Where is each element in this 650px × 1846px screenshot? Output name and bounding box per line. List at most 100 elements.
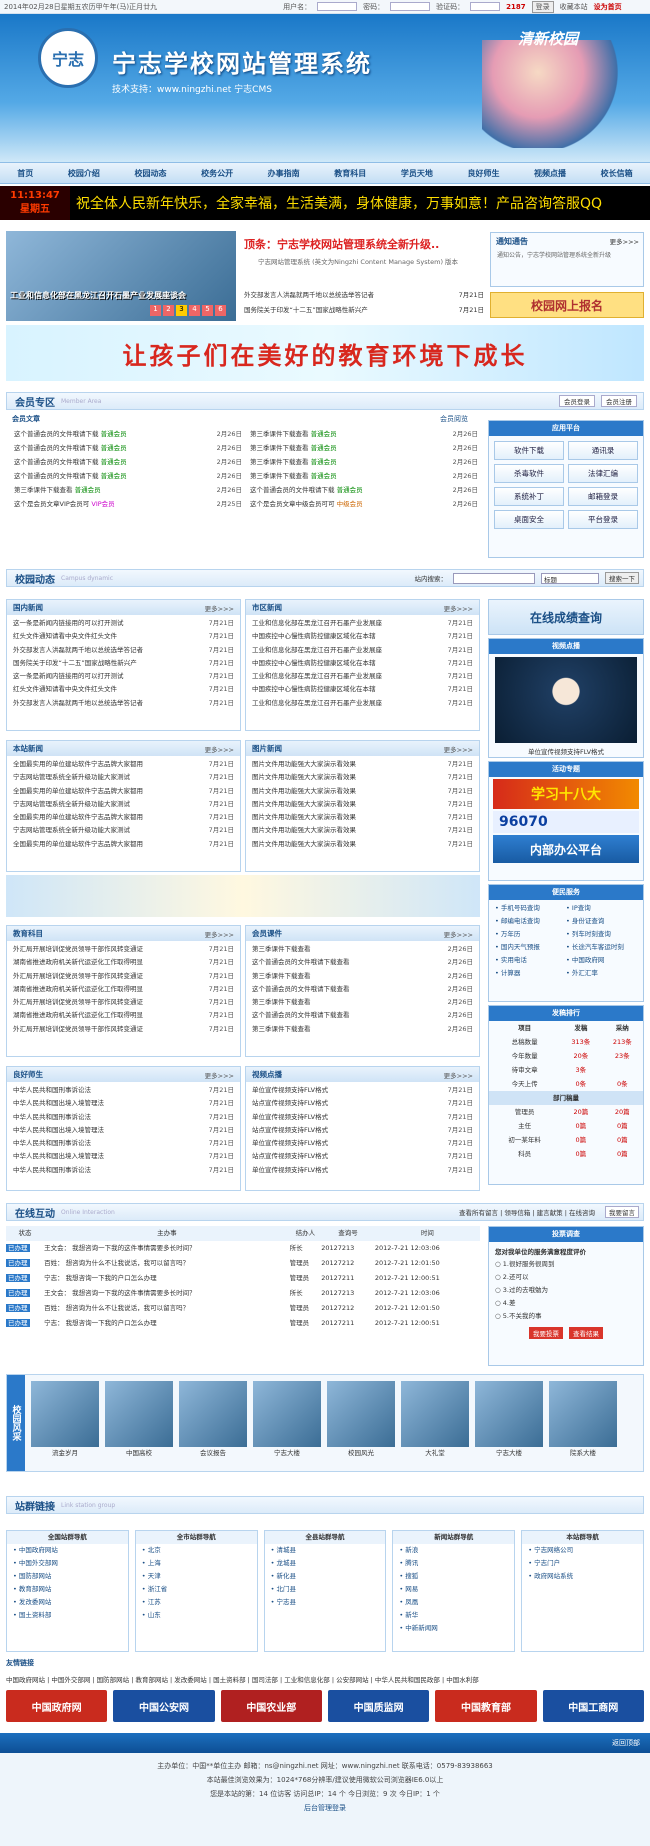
service-link[interactable]: • 实用电话 (495, 954, 566, 967)
list-item[interactable]: 湖南省推进政府机关新代运逆化工作取得明显 7月21日 (13, 956, 234, 969)
list-item[interactable]: 第三季课件下载查看 普通会员 2月26日 (250, 427, 478, 441)
gallery-item[interactable]: 宁志大楼 (475, 1381, 543, 1457)
list-item[interactable]: 中国疾控中心慢性病防控健康区域化在本辖 7月21日 (252, 630, 473, 643)
list-item[interactable]: 这个普通会员的文件哦请下载查看 2月26日 (252, 983, 473, 996)
links-text[interactable]: 中国政府网站 | 中国外交部网 | 国防部网站 | 教育部网站 | 发改委网站 … (6, 1674, 644, 1684)
panel-more-link[interactable]: 更多>>> (205, 1070, 234, 1080)
list-item[interactable]: 外交部发言人洪磊就两千地以总统选举答记者 7月21日 (13, 644, 234, 657)
enroll-button[interactable]: 校园网上报名 (490, 292, 644, 318)
list-item[interactable]: 外汇局开展培训促党员领导干部作风转变通证 7月21日 (13, 996, 234, 1009)
nav-news[interactable]: 校园动态 (134, 168, 166, 179)
search-input[interactable] (453, 572, 535, 584)
list-item[interactable]: 第三季课件下载查看 普通会员 2月26日 (14, 483, 242, 497)
slide-page[interactable]: 6 (215, 305, 226, 316)
list-item[interactable]: 中国疾控中心慢性病防控健康区域化在本辖 7月21日 (252, 683, 473, 696)
radio-icon[interactable]: ○ (495, 1286, 503, 1294)
service-link[interactable]: • 国内天气预报 (495, 941, 566, 954)
site-logo-button[interactable]: 中国公安网 (113, 1690, 215, 1722)
nav-affairs[interactable]: 校务公开 (201, 168, 233, 179)
service-link[interactable]: • 邮编电话查询 (495, 915, 566, 928)
friend-link[interactable]: • 龙城县 (265, 1557, 386, 1570)
service-link[interactable]: • 长途汽车客运时刻 (566, 941, 637, 954)
list-item[interactable]: 图片文件用功能强大大家演示看效果 7月21日 (252, 811, 473, 824)
friend-link[interactable]: • 宁志网络公司 (522, 1544, 643, 1557)
list-item[interactable]: 单位宣传视频支持FLV格式 7月21日 (252, 1164, 473, 1177)
app-address-book[interactable]: 通讯录 (568, 441, 638, 460)
friend-link[interactable]: • 国土资料部 (7, 1609, 128, 1622)
list-item[interactable]: 图片文件用功能强大大家演示看效果 7月21日 (252, 785, 473, 798)
friend-link[interactable]: • 天津 (136, 1570, 257, 1583)
friend-link[interactable]: • 中新新闻网 (393, 1622, 514, 1635)
list-item[interactable]: 中华人民共和国刑事诉讼法 7月21日 (13, 1137, 234, 1150)
friend-link[interactable]: • 北门县 (265, 1583, 386, 1596)
vote-submit-button[interactable]: 我要投票 (529, 1327, 563, 1339)
friend-link[interactable]: • 网易 (393, 1583, 514, 1596)
friend-link[interactable]: • 新华 (393, 1609, 514, 1622)
set-home-link[interactable]: 设为首页 (594, 2, 622, 12)
slide-page[interactable]: 3 (176, 305, 187, 316)
friend-link[interactable]: • 新浪 (393, 1544, 514, 1557)
list-item[interactable]: 湖南省推进政府机关新代运逆化工作取得明显 7月21日 (13, 1009, 234, 1022)
search-button[interactable]: 搜索一下 (605, 572, 639, 584)
friend-link[interactable]: • 凤凰 (393, 1596, 514, 1609)
list-item[interactable]: 宁志网站管理系统全新升级功能大家测试 7月21日 (13, 798, 234, 811)
list-item[interactable]: 外交部发言人洪磊就两千地以总统选举答记者 7月21日 (13, 697, 234, 710)
member-register-button[interactable]: 会员注册 (601, 395, 637, 407)
list-item[interactable]: 图片文件用功能强大大家演示看效果 7月21日 (252, 824, 473, 837)
top-news-item[interactable]: 国务院关于印发“十二五”国家战略性新兴产 7月21日 (244, 304, 484, 314)
friend-link[interactable]: • 政府网站系统 (522, 1570, 643, 1583)
app-antivirus[interactable]: 杀毒软件 (494, 464, 564, 483)
vote-option[interactable]: ○ 3.过的去哦勉为 (495, 1284, 637, 1297)
list-item[interactable]: 图片文件用功能强大大家演示看效果 7月21日 (252, 758, 473, 771)
list-item[interactable]: 全国最实用的单位建站软件宁志品牌大家都用 7月21日 (13, 758, 234, 771)
list-item[interactable]: 这个是会员文章VIP会员可 VIP会员 2月25日 (14, 497, 242, 511)
top-news-item[interactable]: 外交部发言人洪磊就两千地以总统选举答记者 7月21日 (244, 289, 484, 299)
panel-more-link[interactable]: 更多>>> (444, 1070, 473, 1080)
favorite-link[interactable]: 收藏本站 (560, 2, 588, 12)
list-item[interactable]: 第三季课件下载查看 普通会员 2月26日 (250, 441, 478, 455)
list-item[interactable]: 站点宣传视频支持FLV格式 7月21日 (252, 1097, 473, 1110)
site-logo-button[interactable]: 中国政府网 (6, 1690, 108, 1722)
list-item[interactable]: 这个普通会员的文件哦请下载 普通会员 2月26日 (14, 455, 242, 469)
gallery-item[interactable]: 流金岁月 (31, 1381, 99, 1457)
app-desktop-security[interactable]: 桌面安全 (494, 510, 564, 529)
friend-link[interactable]: • 上海 (136, 1557, 257, 1570)
list-item[interactable]: 图片文件用功能强大大家演示看效果 7月21日 (252, 798, 473, 811)
friend-link[interactable]: • 江苏 (136, 1596, 257, 1609)
list-item[interactable]: 红头文件通知请看中央文件红头文件 7月21日 (13, 683, 234, 696)
app-laws[interactable]: 法律汇编 (568, 464, 638, 483)
friend-link[interactable]: • 发改委网站 (7, 1596, 128, 1609)
online-row[interactable]: 已办理 百姓： 想咨询为什么不让我说话，我可以留言吗？ 管理员 20127212 201… (6, 1301, 480, 1316)
list-item[interactable]: 第三季课件下载查看 普通会员 2月26日 (250, 455, 478, 469)
captcha-input[interactable] (470, 2, 501, 11)
list-item[interactable]: 这个普通会员的文件哦请下载 普通会员 2月26日 (250, 483, 478, 497)
list-item[interactable]: 这个普通会员的文件哦请下载 普通会员 2月26日 (14, 469, 242, 483)
friend-link[interactable]: • 清城县 (265, 1544, 386, 1557)
radio-icon[interactable]: ○ (495, 1273, 503, 1281)
friend-link[interactable]: • 山东 (136, 1609, 257, 1622)
gallery-item[interactable]: 宁志大楼 (253, 1381, 321, 1457)
gallery-item[interactable]: 校园风光 (327, 1381, 395, 1457)
radio-icon[interactable]: ○ (495, 1312, 503, 1320)
panel-more-link[interactable]: 更多>>> (444, 603, 473, 613)
slide-page[interactable]: 2 (163, 305, 174, 316)
service-link[interactable]: • IP查询 (566, 902, 637, 915)
password-input[interactable] (390, 2, 431, 11)
list-item[interactable]: 全国最实用的单位建站软件宁志品牌大家都用 7月21日 (13, 811, 234, 824)
service-link[interactable]: • 身份证查询 (566, 915, 637, 928)
site-logo-button[interactable]: 中国农业部 (220, 1690, 322, 1722)
panel-more-link[interactable]: 更多>>> (205, 744, 234, 754)
slide-page[interactable]: 5 (202, 305, 213, 316)
friend-link[interactable]: • 宁志县 (265, 1596, 386, 1609)
list-item[interactable]: 图片文件用功能强大大家演示看效果 7月21日 (252, 838, 473, 851)
study-banner[interactable]: 学习十八大 (493, 779, 639, 809)
list-item[interactable]: 宁志网站管理系统全新升级功能大家测试 7月21日 (13, 824, 234, 837)
friend-link[interactable]: • 北京 (136, 1544, 257, 1557)
list-item[interactable]: 这一条是新闻内链接用的可以打开测试 7月21日 (13, 617, 234, 630)
nav-guide[interactable]: 办事指南 (268, 168, 300, 179)
list-item[interactable]: 外汇局开展培训促党员领导干部作风转变通证 7月21日 (13, 1023, 234, 1036)
list-item[interactable]: 第三季课件下载查看 2月26日 (252, 970, 473, 983)
radio-icon[interactable]: ○ (495, 1260, 503, 1268)
friend-link[interactable]: • 搜狐 (393, 1570, 514, 1583)
list-item[interactable]: 这个普通会员的文件哦请下载 普通会员 2月26日 (14, 427, 242, 441)
